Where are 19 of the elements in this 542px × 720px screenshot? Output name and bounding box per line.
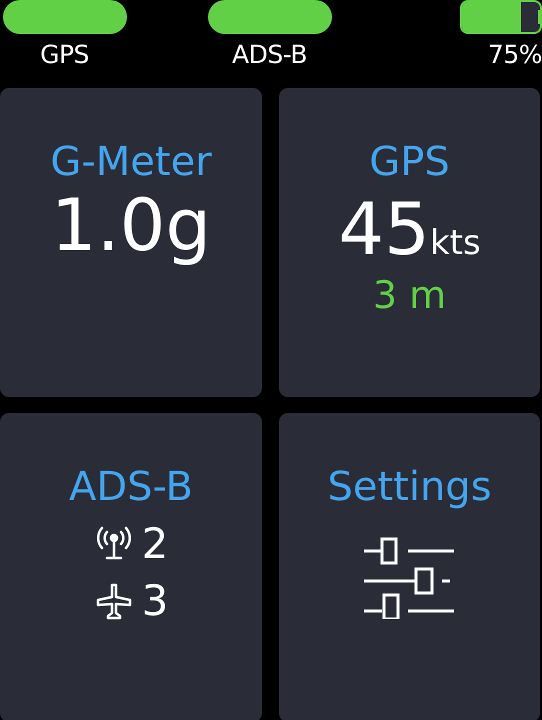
dashboard-tile[interactable]: ADS-B 2 3 [0,413,262,720]
settings-icon [364,535,456,619]
speed-unit: kts [430,223,481,263]
station-count: 2 [142,519,168,568]
battery-icon [460,0,542,34]
tile-title: Settings [327,463,492,511]
status-label: ADS-B [232,40,307,69]
aircraft-count: 3 [142,576,168,625]
tile-title: G-Meter [50,138,212,186]
tile-title: ADS-B [68,463,193,511]
status-label: GPS [40,40,89,69]
tile-title: GPS [369,138,450,186]
dashboard-tile[interactable]: GPS 45 kts 3 m [279,88,540,397]
dashboard-tile[interactable]: Settings [279,413,540,720]
battery-percentage: 75% [488,40,542,69]
speed-value: 45 [338,190,430,270]
dashboard-tile[interactable]: G-Meter 1.0g [0,88,262,397]
altitude-value: 3 m [372,273,446,318]
g-force-value: 1.0g [50,186,212,266]
